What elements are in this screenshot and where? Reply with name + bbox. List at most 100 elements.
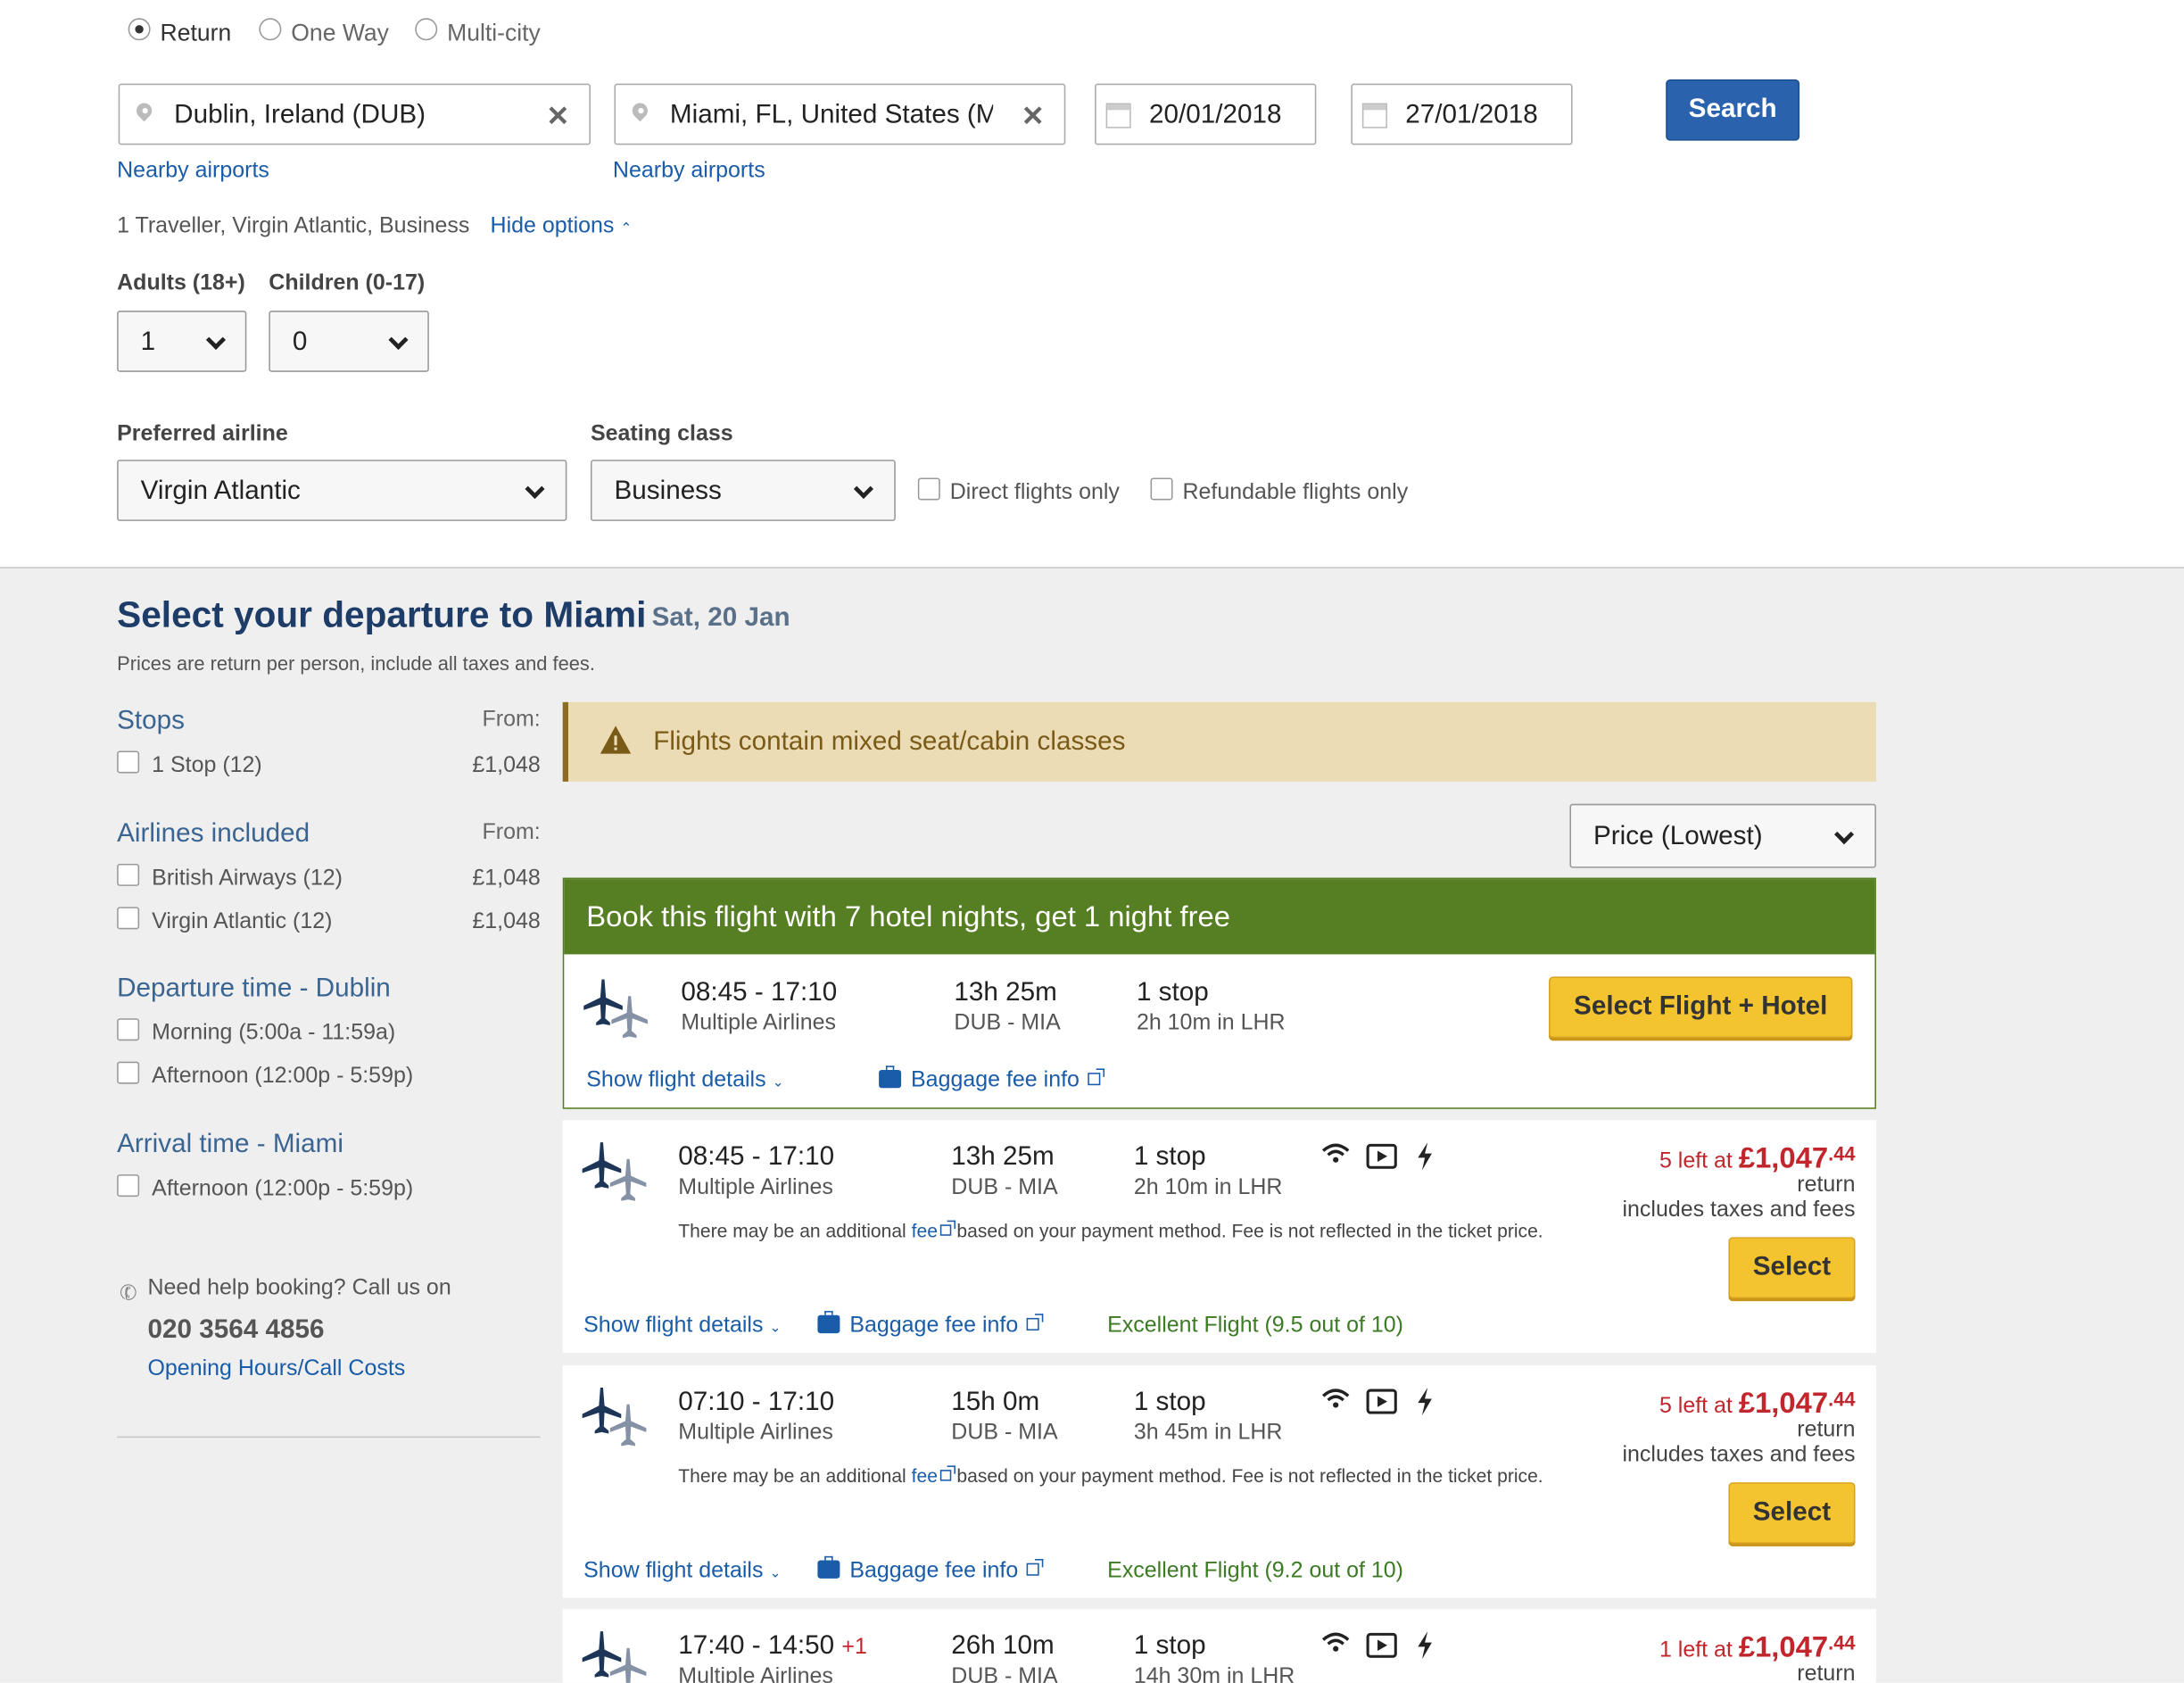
return-radio[interactable] xyxy=(128,18,151,41)
children-label: Children (0-17) xyxy=(269,271,426,295)
select-flight-hotel-button[interactable]: Select Flight + Hotel xyxy=(1549,976,1853,1039)
power-icon xyxy=(1417,1387,1434,1422)
warning-text: Flights contain mixed seat/cabin classes xyxy=(653,726,1126,757)
external-link-icon xyxy=(1026,1314,1044,1331)
hide-options-label: Hide options xyxy=(490,214,615,238)
plane-icon xyxy=(582,1142,647,1201)
flight-stops: 1 stop xyxy=(1133,1387,1206,1417)
destination-nearby-airports-link[interactable]: Nearby airports xyxy=(613,159,765,184)
show-flight-details-link[interactable]: Show flight details ⌄ xyxy=(586,1068,783,1093)
baggage-fee-link[interactable]: Baggage fee info xyxy=(817,1311,1044,1339)
one-way-label[interactable]: One Way xyxy=(291,20,389,47)
multi-city-label[interactable]: Multi-city xyxy=(447,20,541,47)
adults-select[interactable]: 1 xyxy=(117,311,247,372)
british-airways-checkbox[interactable] xyxy=(117,863,140,886)
fee-note: There may be an additional fee based on … xyxy=(678,1465,1543,1487)
airlines-heading: Airlines included xyxy=(117,818,310,849)
external-link-icon xyxy=(1026,1558,1044,1576)
refundable-only-checkbox[interactable] xyxy=(1150,477,1173,501)
multi-city-radio[interactable] xyxy=(415,18,438,41)
morning-label[interactable]: Morning (5:00a - 11:59a) xyxy=(152,1021,395,1046)
search-summary: 1 Traveller, Virgin Atlantic, Business xyxy=(117,214,470,238)
flight-stops: 1 stop xyxy=(1133,1142,1206,1172)
baggage-icon xyxy=(817,1555,840,1579)
chevron-down-icon xyxy=(525,478,545,500)
opening-hours-link[interactable]: Opening Hours/Call Costs xyxy=(147,1357,405,1382)
power-icon xyxy=(1417,1631,1434,1666)
fee-link-label: fee xyxy=(911,1465,938,1487)
class-select[interactable]: Business xyxy=(590,460,896,521)
help-text: Need help booking? Call us on xyxy=(147,1276,451,1300)
search-button[interactable]: Search xyxy=(1666,79,1800,141)
return-date-input[interactable]: 27/01/2018 xyxy=(1351,83,1573,145)
afternoon-arrival-checkbox[interactable] xyxy=(117,1174,140,1198)
sort-value: Price (Lowest) xyxy=(1593,822,1763,851)
help-phone: 020 3564 4856 xyxy=(147,1314,325,1345)
origin-input[interactable]: Dublin, Ireland (DUB) ✕ xyxy=(118,83,591,145)
return-label[interactable]: Return xyxy=(161,20,232,47)
depart-date-value: 20/01/2018 xyxy=(1148,100,1282,130)
price-taxes-label: includes taxes and fees xyxy=(1622,1443,1856,1467)
baggage-fee-link[interactable]: Baggage fee info xyxy=(817,1555,1044,1584)
clear-icon[interactable]: ✕ xyxy=(546,99,569,134)
virgin-atlantic-label[interactable]: Virgin Atlantic (12) xyxy=(152,909,332,934)
external-link-icon xyxy=(1088,1068,1105,1086)
sort-select[interactable]: Price (Lowest) xyxy=(1569,803,1876,868)
flight-layover: 3h 45m in LHR xyxy=(1133,1421,1283,1445)
select-button[interactable]: Select xyxy=(1728,1237,1856,1299)
stops-checkbox[interactable] xyxy=(117,750,140,774)
direct-only-label[interactable]: Direct flights only xyxy=(950,481,1120,506)
stops-option-price: £1,048 xyxy=(472,753,541,778)
flight-layover: 2h 10m in LHR xyxy=(1136,1011,1286,1035)
afternoon-departure-checkbox[interactable] xyxy=(117,1061,140,1084)
baggage-icon xyxy=(817,1311,840,1334)
fee-note-end: based on your payment method. Fee is not… xyxy=(956,1465,1543,1487)
clear-icon[interactable]: ✕ xyxy=(1022,99,1045,134)
wifi-icon xyxy=(1321,1142,1350,1172)
show-details-label: Show flight details xyxy=(586,1068,766,1092)
fee-note-start: There may be an additional xyxy=(678,1220,906,1242)
hide-options-link[interactable]: Hide options ⌃ xyxy=(491,214,633,239)
seats-left: 5 left at xyxy=(1659,1148,1733,1173)
fee-note: There may be an additional fee based on … xyxy=(678,1220,1543,1242)
morning-checkbox[interactable] xyxy=(117,1018,140,1041)
british-airways-price: £1,048 xyxy=(472,866,541,891)
baggage-label: Baggage fee info xyxy=(849,1314,1019,1338)
chevron-down-icon xyxy=(205,329,227,350)
origin-nearby-airports-link[interactable]: Nearby airports xyxy=(117,159,269,184)
warning-icon xyxy=(600,725,632,754)
depart-date-input[interactable]: 20/01/2018 xyxy=(1095,83,1317,145)
plane-icon xyxy=(583,979,648,1039)
baggage-label: Baggage fee info xyxy=(911,1068,1080,1092)
one-way-radio[interactable] xyxy=(259,18,282,41)
show-flight-details-link[interactable]: Show flight details ⌄ xyxy=(583,1314,781,1339)
wifi-icon xyxy=(1321,1631,1350,1661)
fee-link[interactable]: fee xyxy=(911,1465,956,1487)
show-flight-details-link[interactable]: Show flight details ⌄ xyxy=(583,1559,781,1584)
british-airways-label[interactable]: British Airways (12) xyxy=(152,866,343,891)
refundable-only-label[interactable]: Refundable flights only xyxy=(1182,481,1408,506)
map-pin-icon xyxy=(629,99,651,122)
select-button[interactable]: Select xyxy=(1728,1482,1856,1544)
baggage-fee-link[interactable]: Baggage fee info xyxy=(879,1065,1105,1093)
fee-link[interactable]: fee xyxy=(912,1220,956,1241)
virgin-atlantic-checkbox[interactable] xyxy=(117,907,140,930)
flight-card: 17:40 - 14:50 +1 Multiple Airlines 26h 1… xyxy=(562,1609,1876,1683)
destination-input[interactable]: Miami, FL, United States (M ✕ xyxy=(614,83,1066,145)
children-select[interactable]: 0 xyxy=(269,311,429,372)
afternoon-arrival-label[interactable]: Afternoon (12:00p - 5:59p) xyxy=(152,1177,413,1202)
airline-select[interactable]: Virgin Atlantic xyxy=(117,460,567,521)
flight-duration: 15h 0m xyxy=(951,1387,1040,1417)
stops-option-label[interactable]: 1 Stop (12) xyxy=(152,754,262,779)
baggage-icon xyxy=(879,1065,902,1089)
flight-route: DUB - MIA xyxy=(954,1011,1061,1035)
results-title: Select your departure to Miami xyxy=(117,593,647,635)
flight-layover: 2h 10m in LHR xyxy=(1133,1175,1283,1200)
return-date-value: 27/01/2018 xyxy=(1405,100,1538,130)
chevron-down-icon: ⌄ xyxy=(769,1321,782,1337)
plane-icon xyxy=(582,1631,647,1683)
direct-only-checkbox[interactable] xyxy=(917,477,940,501)
price-note: Prices are return per person, include al… xyxy=(117,651,595,675)
virgin-atlantic-price: £1,048 xyxy=(472,909,541,934)
afternoon-departure-label[interactable]: Afternoon (12:00p - 5:59p) xyxy=(152,1065,413,1090)
